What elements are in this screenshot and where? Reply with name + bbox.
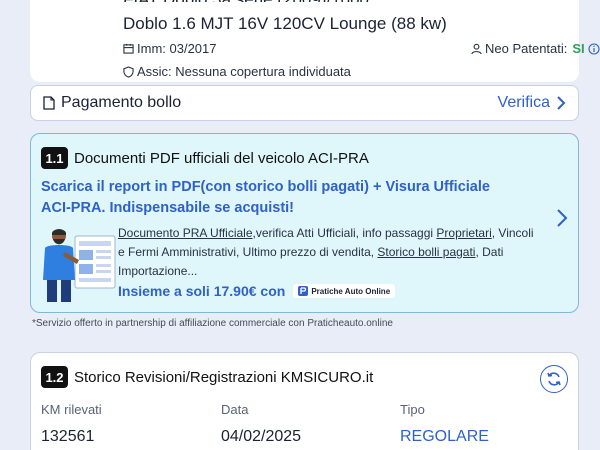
- revision-section-header: 1.2 Storico Revisioni/Registrazioni KMSI…: [41, 366, 373, 388]
- chevron-right-icon: [556, 95, 566, 111]
- imm-label: Imm: 03/2017: [137, 41, 217, 56]
- man-with-documents-illustration: [39, 226, 119, 304]
- revision-history-card: 1.2 Storico Revisioni/Registrazioni KMSI…: [30, 352, 579, 450]
- desc-link-documento[interactable]: Documento PRA Ufficiale: [118, 226, 253, 240]
- calendar-icon: [123, 43, 134, 54]
- km-value: 132561: [41, 428, 95, 445]
- vehicle-card: FIAT Doblò 3a serie (2009)/1000 Doblo 1.…: [30, 0, 600, 82]
- neo-patentati-line: Neo Patentati: SI: [471, 41, 600, 56]
- immatricolazione-line: Imm: 03/2017: [123, 41, 217, 56]
- pratiche-auto-logo: Pratiche Auto Online: [293, 284, 396, 298]
- pdf-section-header: 1.1 Documenti PDF ufficiali del veicolo …: [41, 147, 369, 169]
- date-value: 04/02/2025: [221, 428, 302, 445]
- column-header-tipo: Tipo: [400, 402, 425, 417]
- vehicle-title: FIAT Doblò 3a serie (2009)/1000: [123, 0, 369, 2]
- price-line: Insieme a soli 17.90€ con Pratiche Auto …: [118, 283, 396, 299]
- neo-label: Neo Patentati:: [485, 41, 568, 56]
- neo-value: SI: [572, 41, 585, 56]
- partnership-footnote: *Servizio offerto in partnership di affi…: [32, 318, 393, 329]
- column-header-km: KM rilevati: [41, 402, 102, 417]
- shield-icon: [123, 65, 134, 78]
- document-icon: [43, 96, 55, 110]
- desc-link-proprietari[interactable]: Proprietari: [436, 226, 491, 240]
- pdf-documents-card[interactable]: 1.1 Documenti PDF ufficiali del veicolo …: [30, 133, 579, 313]
- pratiche-auto-logo-icon: [298, 286, 309, 296]
- partner-name: Pratiche Auto Online: [311, 286, 391, 296]
- chevron-right-icon[interactable]: [556, 208, 568, 233]
- verifica-button[interactable]: Verifica: [498, 94, 566, 112]
- desc-text-1: ,verifica Atti Ufficiali, info passaggi: [252, 226, 437, 240]
- info-icon[interactable]: [588, 42, 600, 55]
- revision-section-title: Storico Revisioni/Registrazioni KMSICURO…: [74, 368, 374, 386]
- column-header-data: Data: [221, 402, 249, 417]
- person-icon: [471, 43, 482, 55]
- pdf-headline: Scarica il report in PDF(con storico bol…: [41, 179, 490, 216]
- vehicle-model: Doblo 1.6 MJT 16V 120CV Lounge (88 kw): [123, 14, 447, 33]
- assicurazione-line: Assic: Nessuna copertura individuata: [123, 64, 351, 79]
- tipo-value: REGOLARE: [400, 428, 489, 445]
- pagamento-bollo-row[interactable]: Pagamento bollo Verifica: [30, 85, 579, 121]
- bollo-label: Pagamento bollo: [61, 94, 182, 111]
- section-number-badge: 1.2: [41, 366, 68, 388]
- pdf-section-title: Documenti PDF ufficiali del veicolo ACI-…: [74, 149, 369, 167]
- section-number-badge: 1.1: [41, 147, 68, 169]
- desc-link-storico-bolli[interactable]: Storico bolli pagati: [377, 245, 475, 259]
- price-text: Insieme a soli 17.90€ con: [118, 283, 286, 299]
- pdf-description: Documento PRA Ufficiale,verifica Atti Uf…: [118, 224, 538, 281]
- assic-label: Assic: Nessuna copertura individuata: [137, 64, 351, 79]
- refresh-icon: [546, 371, 562, 387]
- verifica-label: Verifica: [497, 94, 550, 111]
- refresh-button[interactable]: [540, 365, 568, 393]
